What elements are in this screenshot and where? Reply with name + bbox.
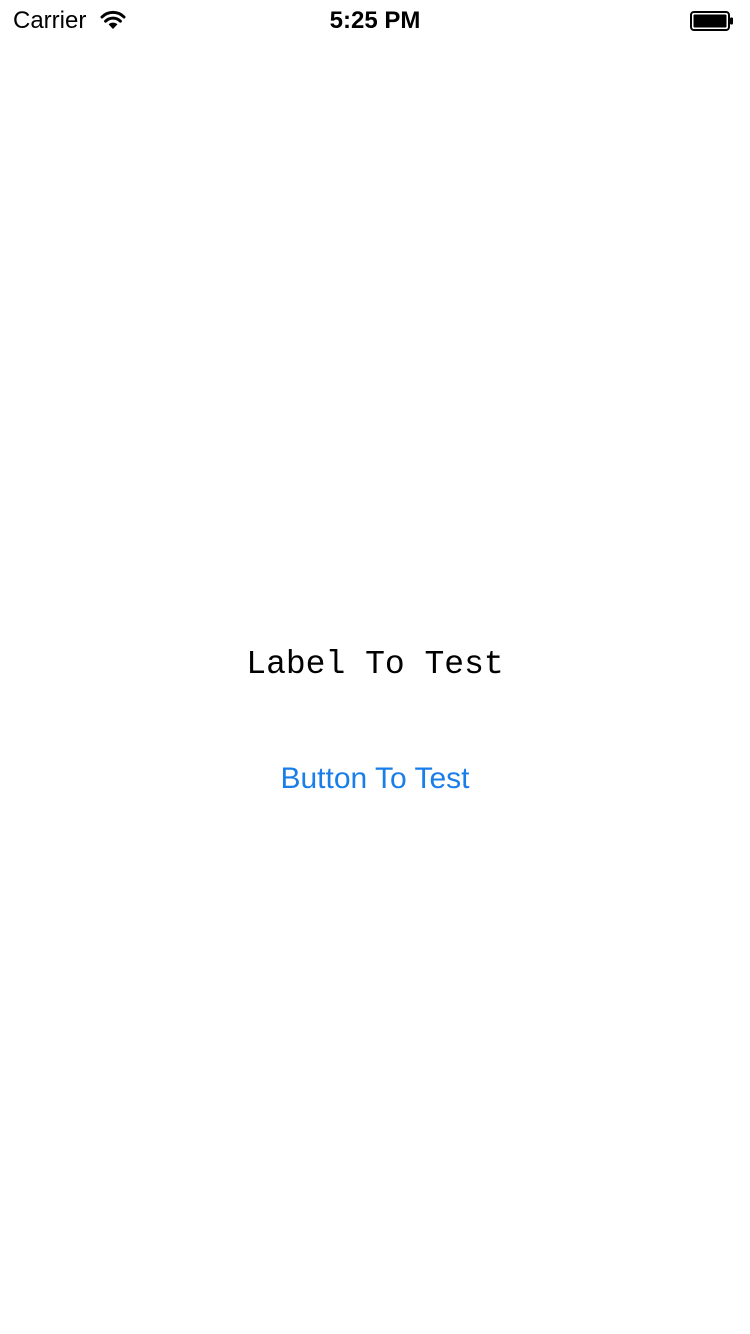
status-time: 5:25 PM — [329, 7, 421, 34]
status-bar: Carrier 5:25 PM — [0, 0, 750, 40]
battery-icon — [690, 11, 733, 31]
test-label: Label To Test — [246, 646, 504, 683]
test-button[interactable]: Button To Test — [225, 756, 525, 802]
